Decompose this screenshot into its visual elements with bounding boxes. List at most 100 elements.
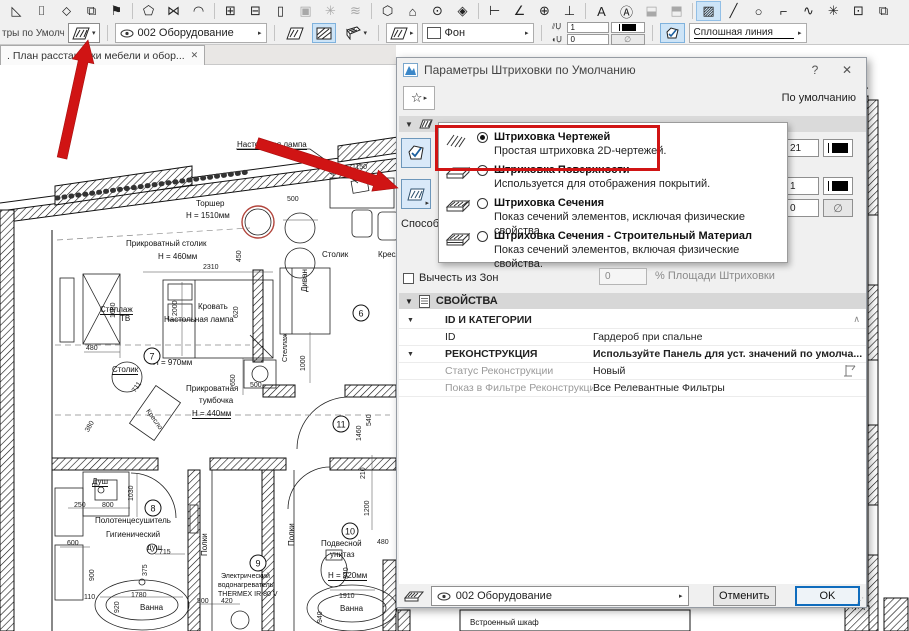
line-tool-icon[interactable]: ╱ xyxy=(721,1,746,21)
figure-tool-icon[interactable]: ⊡ xyxy=(846,1,871,21)
subtract-label: Вычесть из Зон xyxy=(419,272,499,284)
property-row-renovation-status[interactable]: Статус Реконструкции Новый xyxy=(399,363,866,380)
fill-pen-input[interactable]: 21 xyxy=(785,139,819,157)
background-color-combo[interactable]: Фон ▸ xyxy=(422,23,534,43)
zone-stamp-tool-icon[interactable]: ⬓ xyxy=(639,1,664,21)
roof-tool-icon[interactable]: ⬠ xyxy=(136,1,161,21)
spline-tool-icon[interactable]: ∿ xyxy=(796,1,821,21)
opening-tool-icon[interactable]: ⊙ xyxy=(425,1,450,21)
zone-tool-icon[interactable]: ⌂ xyxy=(400,1,425,21)
drawing-tool-icon[interactable]: ⧉ xyxy=(871,1,896,21)
cancel-button[interactable]: Отменить xyxy=(713,586,776,606)
radio-unselected[interactable] xyxy=(477,231,488,242)
ok-button[interactable]: OK xyxy=(795,586,860,606)
combo-arrow-icon: ▸ xyxy=(525,29,529,37)
shell-tool-icon[interactable]: ◠ xyxy=(186,1,211,21)
railing-tool-icon[interactable]: ⚑ xyxy=(104,1,129,21)
fill-pen-input[interactable]: 1 xyxy=(567,22,609,33)
cut-fill-category-button[interactable]: ▾ xyxy=(340,23,372,43)
curtain-wall-tool-icon[interactable]: ⊞ xyxy=(218,1,243,21)
drafting-fill-category-button[interactable] xyxy=(282,23,308,43)
door-tool-icon[interactable]: ⌷ xyxy=(29,1,54,21)
radio-selected[interactable] xyxy=(477,132,488,143)
toolbar-separator xyxy=(274,25,275,41)
window2-tool-icon[interactable]: ⊟ xyxy=(243,1,268,21)
radial-dimension-tool-icon[interactable]: ⊕ xyxy=(532,1,557,21)
properties-section-bar[interactable]: ▼ СВОЙСТВА xyxy=(399,293,866,309)
angle-dimension-tool-icon[interactable]: ∠ xyxy=(507,1,532,21)
background-pen2-input[interactable]: 0 xyxy=(785,199,819,217)
toolbar-separator xyxy=(214,3,215,19)
property-value: Используйте Панель для уст. значений по … xyxy=(593,348,866,360)
option-title: Штриховка Сечения xyxy=(494,196,781,210)
tab-close-icon[interactable]: ✕ xyxy=(191,50,199,61)
line-type-combo[interactable]: Сплошная линия ▸ xyxy=(689,23,807,43)
subtract-value-input[interactable]: 0 xyxy=(599,268,647,285)
lamp-tool-icon[interactable]: ✳ xyxy=(318,1,343,21)
collapse-triangle-icon[interactable]: ▼ xyxy=(407,351,417,358)
option-building-material-fill[interactable]: Штриховка Сечения - Строительный Материа… xyxy=(439,226,787,259)
radio-unselected[interactable] xyxy=(477,198,488,209)
fill-pattern-button[interactable]: ▸ xyxy=(386,23,418,43)
wall-tool-icon[interactable]: ◺ xyxy=(4,1,29,21)
default-settings-label: тры по Умолчанию xyxy=(2,28,64,39)
cover-fill-category-button[interactable] xyxy=(312,23,336,43)
linear-dimension-tool-icon[interactable]: ⊢ xyxy=(482,1,507,21)
background-pen-input[interactable]: 1 xyxy=(785,177,819,195)
polyline-tool-icon[interactable]: ⌐ xyxy=(771,1,796,21)
toolbar-separator xyxy=(107,25,108,41)
background-pen-color-button[interactable] xyxy=(823,177,853,195)
default-label: По умолчанию xyxy=(782,92,856,104)
radio-unselected[interactable] xyxy=(477,165,488,176)
point-tool-icon[interactable]: ✳ xyxy=(821,1,846,21)
mesh-tool-icon[interactable]: ⋈ xyxy=(161,1,186,21)
circle-tool-icon[interactable]: ○ xyxy=(746,1,771,21)
fill-pen-color-button[interactable] xyxy=(611,22,645,33)
collapse-triangle-icon[interactable]: ▼ xyxy=(407,317,417,324)
option-drafting-fill[interactable]: Штриховка Чертежей Простая штриховка 2D-… xyxy=(439,127,787,160)
subtract-suffix: % Площади Штриховки xyxy=(655,270,775,282)
property-row-renovation-filter[interactable]: Показ в Фильтре Реконструкции Все Релева… xyxy=(399,380,866,397)
option-cover-fill[interactable]: Штриховка Поверхности Используется для о… xyxy=(439,160,787,193)
fill-pen-color-button[interactable] xyxy=(823,139,853,157)
renovation-status-icon xyxy=(843,364,858,378)
slab-tool-icon[interactable]: ⧉ xyxy=(79,1,104,21)
collapse-triangle-icon: ▼ xyxy=(405,297,413,306)
geometry-method-button[interactable] xyxy=(401,138,431,168)
dialog-title-bar[interactable]: Параметры Штриховки по Умолчанию ? ✕ xyxy=(397,58,866,82)
stair-tool-icon[interactable]: ≋ xyxy=(343,1,368,21)
option-desc: Простая штриховка 2D-чертежей. xyxy=(494,144,666,158)
skylight-tool-icon[interactable]: ◈ xyxy=(450,1,475,21)
window-tool-icon[interactable]: ⬦ xyxy=(54,1,79,21)
background-pen-input[interactable]: 0 xyxy=(567,34,609,45)
door2-tool-icon[interactable]: ▯ xyxy=(268,1,293,21)
construction-method-button[interactable] xyxy=(660,23,685,43)
layer-combo[interactable]: 002 Оборудование ▸ xyxy=(115,23,267,43)
toolbar-separator xyxy=(371,3,372,19)
footer-layer-combo[interactable]: 002 Оборудование ▸ xyxy=(431,586,689,606)
close-button[interactable]: ✕ xyxy=(834,63,860,77)
object-tool-icon[interactable]: ▣ xyxy=(293,1,318,21)
option-cut-fill[interactable]: Штриховка Сечения Показ сечений элементо… xyxy=(439,193,787,226)
toolbar-separator xyxy=(541,25,542,41)
property-group-row[interactable]: ▼ РЕКОНСТРУКЦИЯ Используйте Панель для у… xyxy=(399,346,866,363)
pen-none-button[interactable]: ∅ xyxy=(823,199,853,217)
property-group-row[interactable]: ▼ ID И КАТЕГОРИИ xyxy=(399,312,866,329)
combo-arrow-icon: ▸ xyxy=(679,592,683,600)
fill-category-dropdown-button[interactable]: ▸ xyxy=(401,179,431,209)
level-dimension-tool-icon[interactable]: ⊥ xyxy=(557,1,582,21)
morph-tool-icon[interactable]: ⬡ xyxy=(375,1,400,21)
subtract-checkbox[interactable] xyxy=(403,273,414,284)
text-tool-icon[interactable]: A xyxy=(589,1,614,21)
property-row-id[interactable]: ID Гардероб при спальне xyxy=(399,329,866,346)
scroll-up-arrow-icon[interactable]: ∧ xyxy=(853,314,860,325)
background-pen-none-button[interactable]: ∅ xyxy=(611,34,645,45)
favorites-button[interactable]: ☆ ▸ xyxy=(403,86,435,110)
label-tool-icon[interactable]: Ⓐ xyxy=(614,1,639,21)
help-button[interactable]: ? xyxy=(802,63,828,77)
fill-tool-icon[interactable]: ▨ xyxy=(696,1,721,21)
fill-settings-dropdown-button[interactable]: ▾ xyxy=(68,23,100,43)
tab-floor-plan[interactable]: . План расстановки мебели и обор... ✕ xyxy=(0,45,205,65)
resize-grip[interactable]: ⋰ xyxy=(856,596,864,605)
stamp-tool-icon[interactable]: ⬒ xyxy=(664,1,689,21)
